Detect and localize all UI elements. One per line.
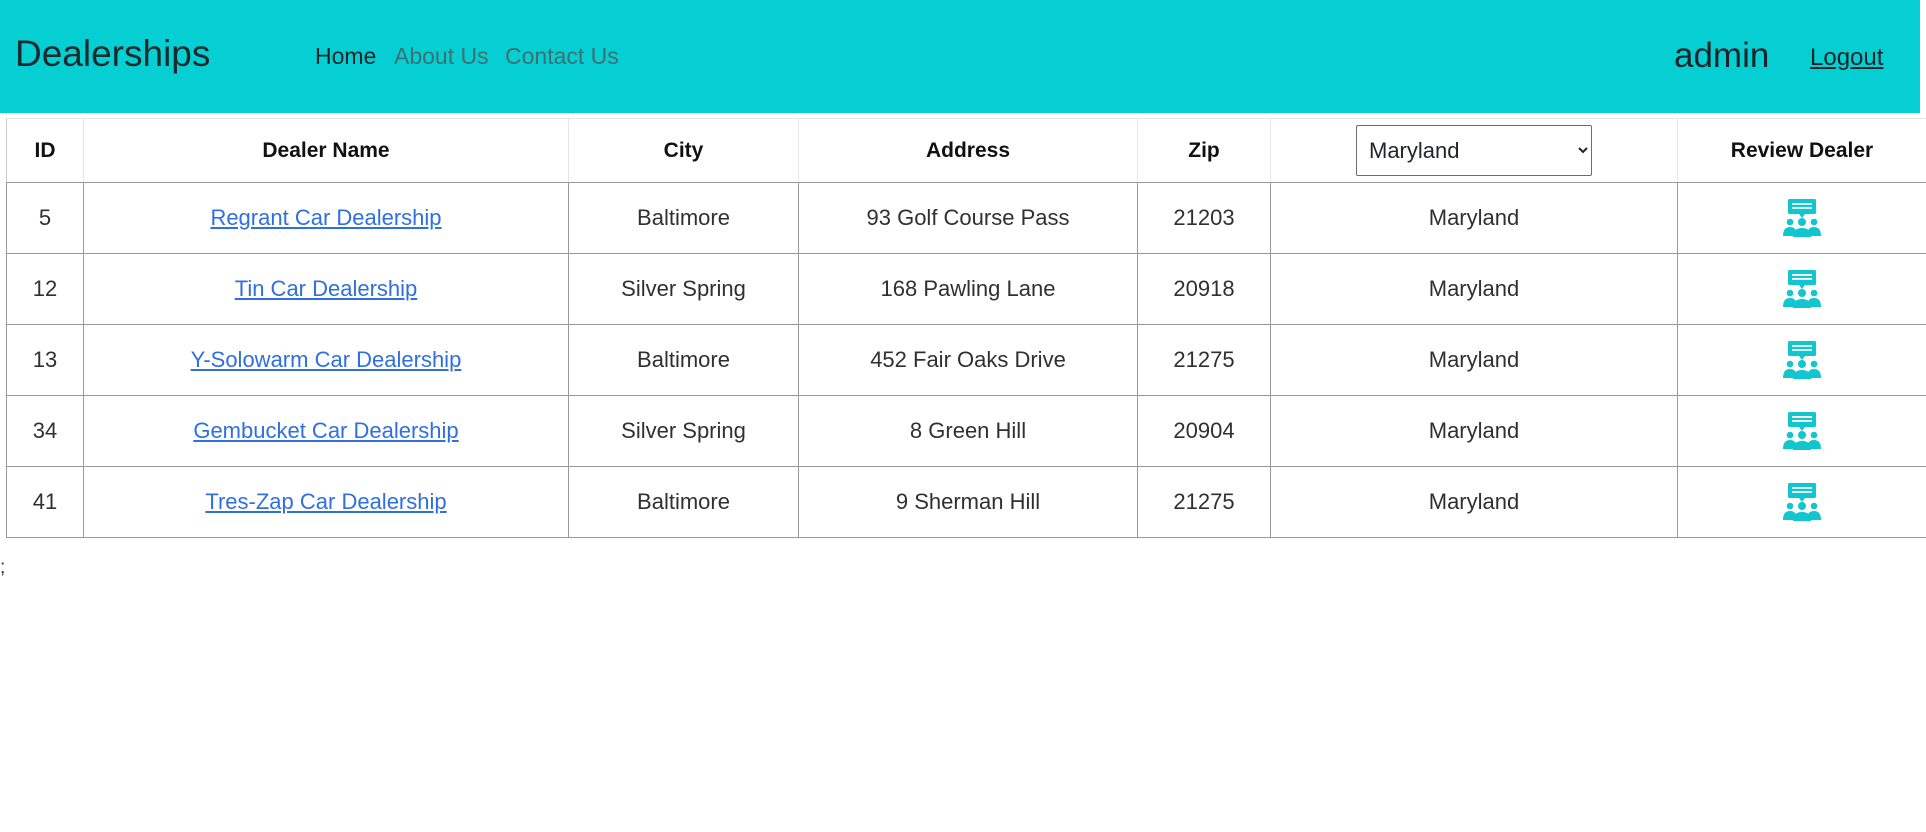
- dealer-name-link[interactable]: Tin Car Dealership: [235, 276, 418, 301]
- cell-id: 41: [6, 466, 84, 538]
- table-row: 41 Tres-Zap Car Dealership Baltimore 9 S…: [6, 466, 1926, 538]
- header-zip: Zip: [1137, 118, 1271, 183]
- stray-text: ;: [0, 557, 6, 578]
- cell-zip: 21275: [1137, 466, 1271, 538]
- review-dealer-icon-graphic: [1783, 412, 1821, 450]
- cell-state: Maryland: [1270, 324, 1678, 396]
- cell-id: 34: [6, 395, 84, 467]
- header-id: ID: [6, 118, 84, 183]
- table-row: 5 Regrant Car Dealership Baltimore 93 Go…: [6, 182, 1926, 254]
- cell-id: 13: [6, 324, 84, 396]
- table-row: 12 Tin Car Dealership Silver Spring 168 …: [6, 253, 1926, 325]
- cell-state: Maryland: [1270, 253, 1678, 325]
- cell-address: 168 Pawling Lane: [798, 253, 1138, 325]
- header-city: City: [568, 118, 799, 183]
- review-dealer-icon[interactable]: [1782, 411, 1822, 451]
- brand-title[interactable]: Dealerships: [15, 32, 210, 76]
- dealers-table: ID Dealer Name City Address Zip Maryland…: [6, 118, 1926, 538]
- dealer-name-link[interactable]: Y-Solowarm Car Dealership: [191, 347, 462, 372]
- header-dealer-name: Dealer Name: [83, 118, 569, 183]
- cell-dealer-name: Gembucket Car Dealership: [83, 395, 569, 467]
- table-body: 5 Regrant Car Dealership Baltimore 93 Go…: [6, 182, 1926, 538]
- top-navbar: Dealerships Home About Us Contact Us adm…: [0, 0, 1920, 113]
- review-dealer-icon[interactable]: [1782, 269, 1822, 309]
- table-row: 34 Gembucket Car Dealership Silver Sprin…: [6, 395, 1926, 467]
- cell-dealer-name: Tin Car Dealership: [83, 253, 569, 325]
- cell-dealer-name: Y-Solowarm Car Dealership: [83, 324, 569, 396]
- table-row: 13 Y-Solowarm Car Dealership Baltimore 4…: [6, 324, 1926, 396]
- cell-city: Baltimore: [568, 182, 799, 254]
- dealer-name-link[interactable]: Tres-Zap Car Dealership: [205, 489, 446, 514]
- cell-state: Maryland: [1270, 466, 1678, 538]
- cell-zip: 21203: [1137, 182, 1271, 254]
- cell-address: 452 Fair Oaks Drive: [798, 324, 1138, 396]
- header-review-dealer: Review Dealer: [1677, 118, 1926, 183]
- dealer-name-link[interactable]: Regrant Car Dealership: [210, 205, 441, 230]
- cell-review: [1677, 253, 1926, 325]
- header-state-filter: Maryland: [1270, 118, 1678, 183]
- review-dealer-icon[interactable]: [1782, 198, 1822, 238]
- cell-address: 8 Green Hill: [798, 395, 1138, 467]
- table-header-row: ID Dealer Name City Address Zip Maryland…: [6, 118, 1926, 183]
- state-filter-select[interactable]: Maryland: [1356, 125, 1592, 176]
- cell-review: [1677, 466, 1926, 538]
- header-address: Address: [798, 118, 1138, 183]
- review-dealer-icon[interactable]: [1782, 340, 1822, 380]
- cell-city: Silver Spring: [568, 253, 799, 325]
- cell-city: Baltimore: [568, 324, 799, 396]
- cell-city: Silver Spring: [568, 395, 799, 467]
- cell-dealer-name: Tres-Zap Car Dealership: [83, 466, 569, 538]
- nav-contact-link[interactable]: Contact Us: [505, 42, 619, 70]
- review-dealer-icon[interactable]: [1782, 482, 1822, 522]
- nav-about-link[interactable]: About Us: [394, 42, 489, 70]
- review-dealer-icon-graphic: [1783, 199, 1821, 237]
- cell-address: 93 Golf Course Pass: [798, 182, 1138, 254]
- cell-address: 9 Sherman Hill: [798, 466, 1138, 538]
- username-label: admin: [1674, 36, 1770, 75]
- cell-city: Baltimore: [568, 466, 799, 538]
- nav-home-link[interactable]: Home: [315, 42, 376, 70]
- review-dealer-icon-graphic: [1783, 483, 1821, 521]
- cell-review: [1677, 395, 1926, 467]
- cell-id: 5: [6, 182, 84, 254]
- review-dealer-icon-graphic: [1783, 341, 1821, 379]
- logout-link[interactable]: Logout: [1810, 44, 1883, 72]
- cell-zip: 21275: [1137, 324, 1271, 396]
- cell-id: 12: [6, 253, 84, 325]
- cell-review: [1677, 182, 1926, 254]
- cell-state: Maryland: [1270, 395, 1678, 467]
- cell-zip: 20904: [1137, 395, 1271, 467]
- review-dealer-icon-graphic: [1783, 270, 1821, 308]
- cell-zip: 20918: [1137, 253, 1271, 325]
- cell-dealer-name: Regrant Car Dealership: [83, 182, 569, 254]
- cell-review: [1677, 324, 1926, 396]
- dealer-name-link[interactable]: Gembucket Car Dealership: [193, 418, 458, 443]
- cell-state: Maryland: [1270, 182, 1678, 254]
